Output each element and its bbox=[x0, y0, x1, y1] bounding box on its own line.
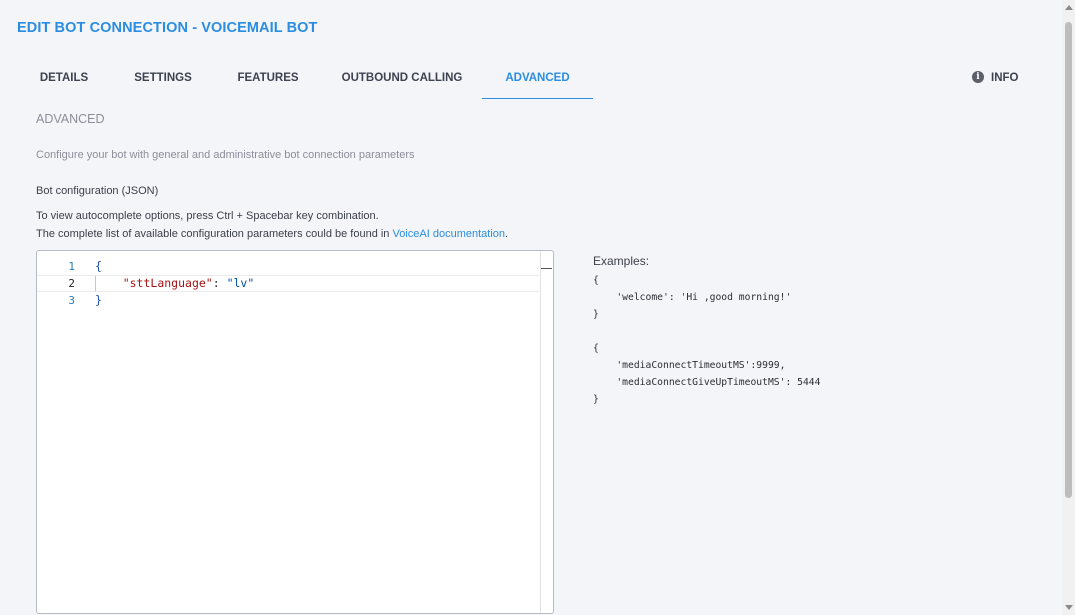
json-value: "lv" bbox=[226, 276, 255, 290]
tab-features[interactable]: FEATURES bbox=[232, 60, 304, 98]
json-config-editor[interactable]: 1 2 3 { "sttLanguage": "lv" } bbox=[36, 250, 554, 614]
info-icon: i bbox=[972, 70, 984, 83]
page-title: EDIT BOT CONNECTION - VOICEMAIL BOT bbox=[17, 20, 318, 36]
autocomplete-hint: To view autocomplete options, press Ctrl… bbox=[36, 210, 379, 222]
line-number: 1 bbox=[68, 260, 75, 273]
tab-advanced[interactable]: ADVANCED bbox=[482, 60, 593, 99]
documentation-hint: The complete list of available configura… bbox=[36, 228, 508, 240]
tab-bar: DETAILS SETTINGS FEATURES OUTBOUND CALLI… bbox=[0, 60, 1060, 100]
documentation-hint-text: The complete list of available configura… bbox=[36, 228, 393, 240]
info-label: INFO bbox=[991, 72, 1019, 84]
voiceai-documentation-link[interactable]: VoiceAI documentation bbox=[393, 228, 506, 240]
scroll-down-icon[interactable] bbox=[1065, 605, 1073, 610]
info-button[interactable]: i INFO bbox=[972, 60, 1018, 96]
section-title: ADVANCED bbox=[36, 112, 105, 126]
overview-ruler bbox=[540, 251, 541, 613]
documentation-hint-end: . bbox=[505, 228, 509, 240]
close-brace: } bbox=[95, 293, 102, 307]
examples-label: Examples: bbox=[593, 254, 650, 268]
page-scrollbar[interactable] bbox=[1062, 0, 1075, 615]
code-line-current: "sttLanguage": "lv" bbox=[37, 275, 539, 292]
cursor-marker bbox=[541, 268, 552, 269]
section-description: Configure your bot with general and admi… bbox=[36, 149, 415, 161]
code-line: } bbox=[95, 292, 539, 309]
line-number: 3 bbox=[68, 294, 75, 307]
scroll-up-icon[interactable] bbox=[1065, 5, 1073, 10]
code-area[interactable]: { "sttLanguage": "lv" } bbox=[37, 258, 539, 309]
json-separator: : bbox=[212, 276, 227, 290]
open-brace: { bbox=[95, 259, 102, 273]
code-line: { bbox=[95, 258, 539, 275]
config-label: Bot configuration (JSON) bbox=[36, 185, 159, 197]
examples-code: { 'welcome': 'Hi ,good morning!' } { 'me… bbox=[593, 275, 821, 405]
json-key: "sttLanguage" bbox=[122, 276, 213, 290]
tab-details[interactable]: DETAILS bbox=[34, 60, 94, 98]
tab-outbound-calling[interactable]: OUTBOUND CALLING bbox=[338, 60, 466, 98]
tab-settings[interactable]: SETTINGS bbox=[127, 60, 199, 98]
scroll-thumb[interactable] bbox=[1065, 22, 1072, 498]
